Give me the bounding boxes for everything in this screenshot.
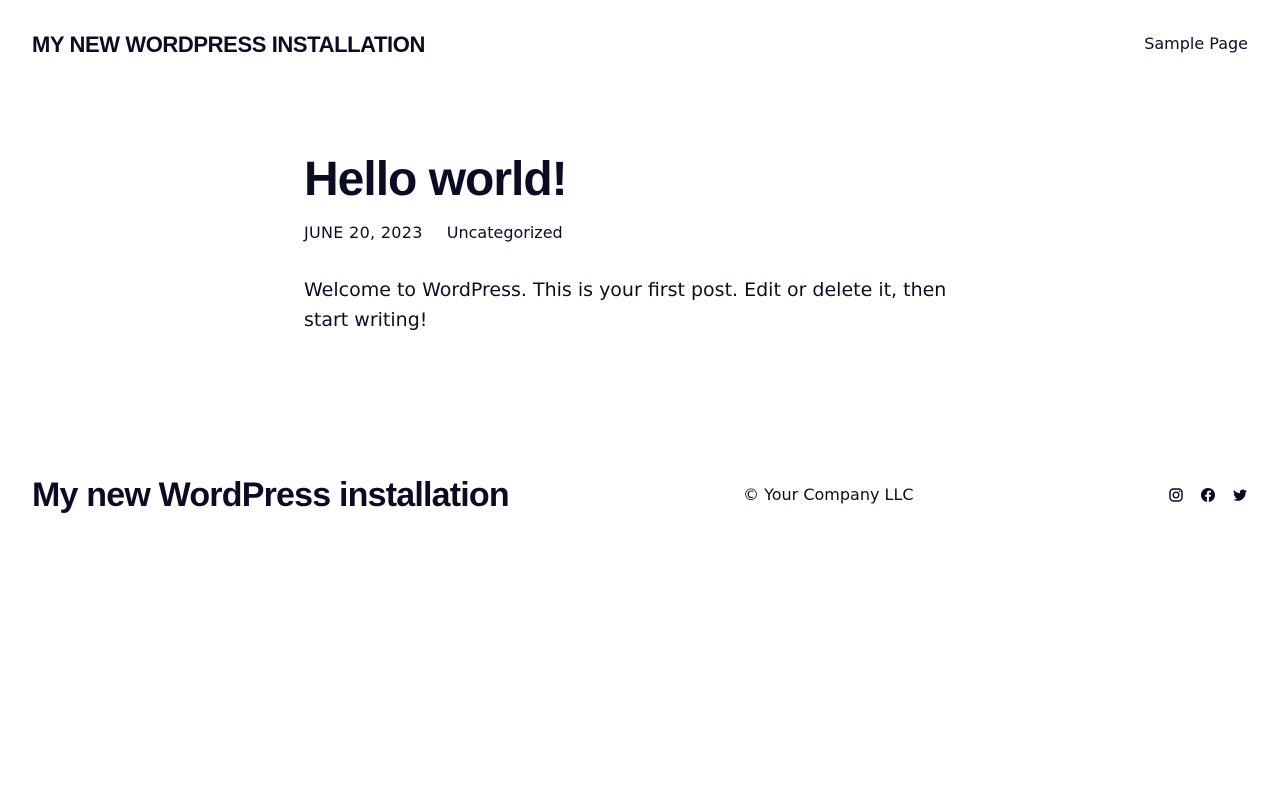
post-date: JUNE 20, 2023 — [304, 223, 423, 242]
twitter-link[interactable] — [1232, 487, 1248, 503]
footer-copyright: © Your Company LLC — [743, 485, 914, 504]
twitter-icon — [1232, 487, 1248, 503]
nav-item-sample-page[interactable]: Sample Page — [1144, 34, 1248, 53]
primary-navigation: Sample Page — [1144, 33, 1248, 55]
social-links — [1168, 487, 1248, 503]
facebook-link[interactable] — [1200, 487, 1216, 503]
post-category-link[interactable]: Uncategorized — [447, 222, 563, 244]
page: MY NEW WORDPRESS INSTALLATION Sample Pag… — [0, 0, 1280, 800]
post: Hello world! JUNE 20, 2023 Uncategorized… — [304, 150, 976, 335]
footer-site-title[interactable]: My new WordPress installation — [32, 473, 510, 517]
site-title-link[interactable]: MY NEW WORDPRESS INSTALLATION — [32, 31, 425, 59]
post-content: Welcome to WordPress. This is your first… — [304, 279, 947, 331]
post-meta: JUNE 20, 2023 Uncategorized — [304, 222, 976, 244]
instagram-icon — [1168, 487, 1184, 503]
facebook-icon — [1200, 487, 1216, 503]
instagram-link[interactable] — [1168, 487, 1184, 503]
post-title[interactable]: Hello world! — [304, 150, 976, 210]
